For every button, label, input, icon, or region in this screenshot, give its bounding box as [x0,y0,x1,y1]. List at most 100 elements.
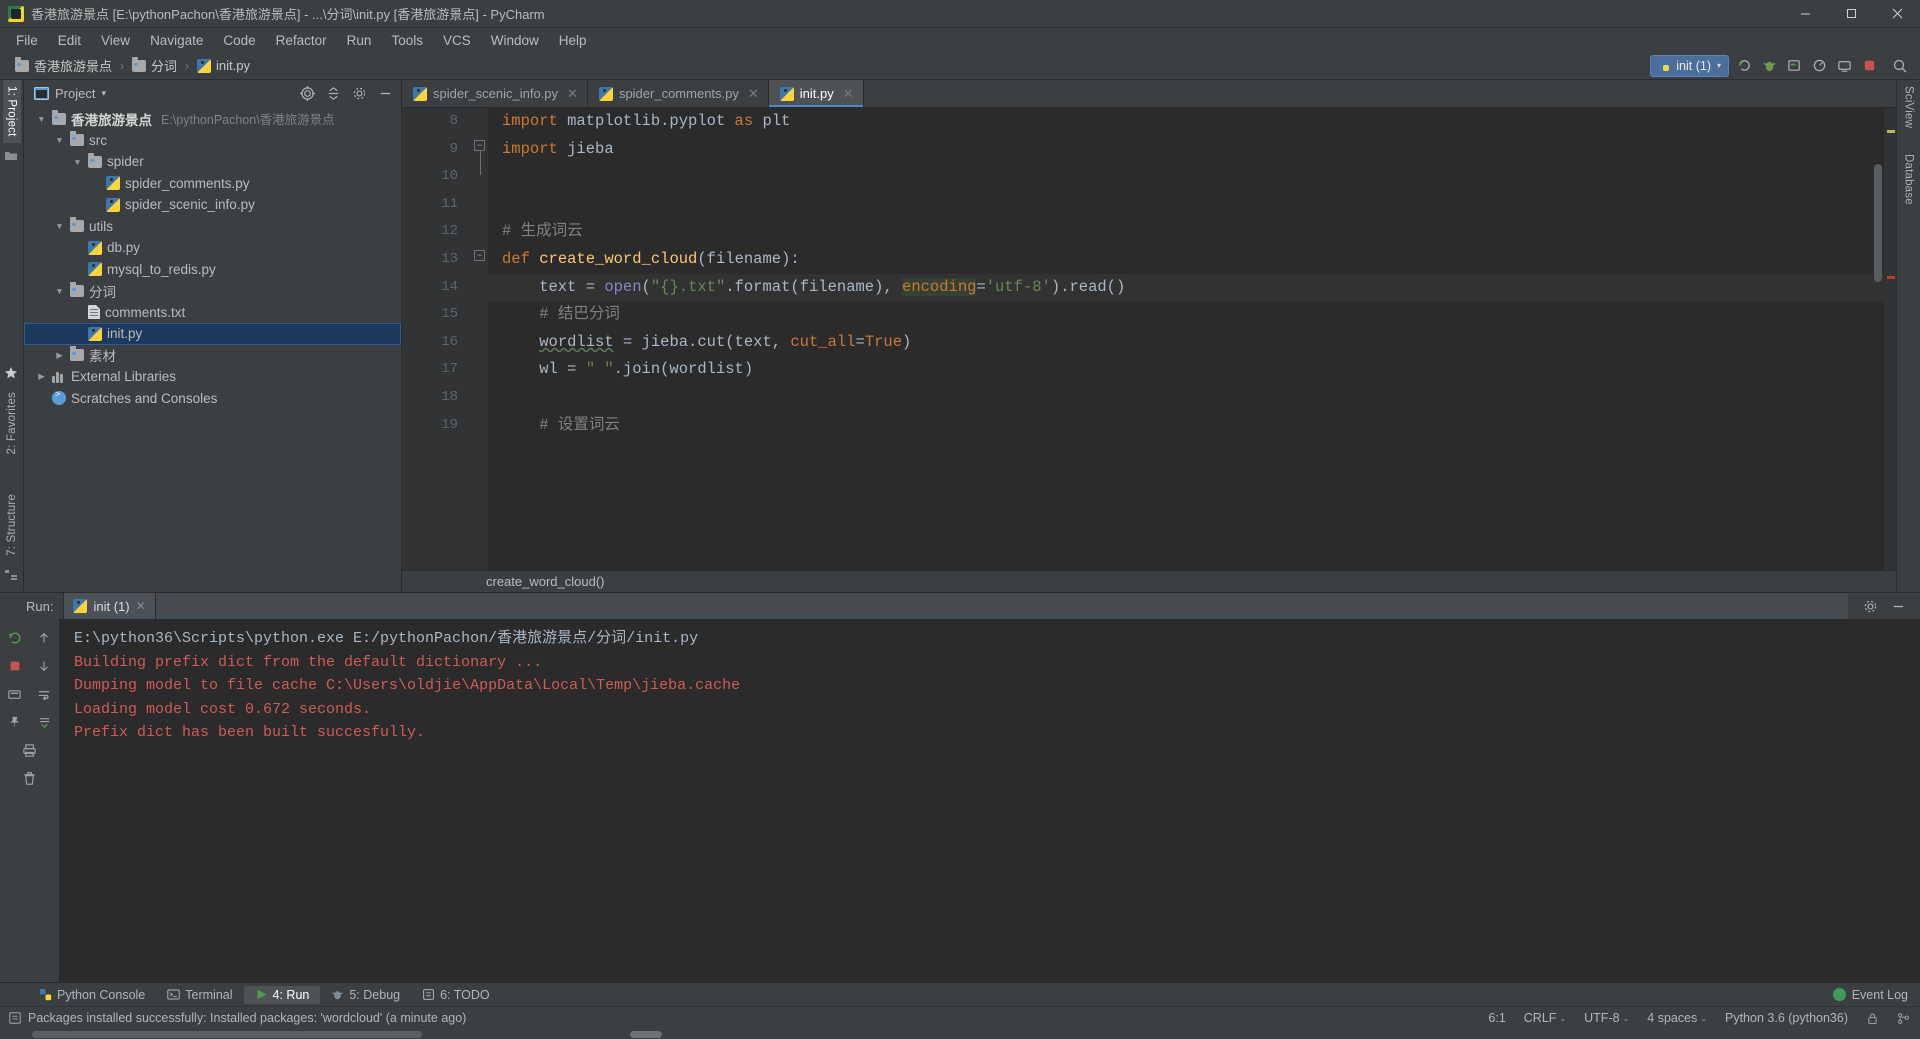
line-separator-selector[interactable]: CRLF ⌄ [1524,1011,1566,1025]
code-folding-gutter[interactable]: − − [472,108,488,570]
tree-item-scratches-consoles[interactable]: Scratches and Consoles [24,388,401,410]
tree-item-sucai[interactable]: ▶ 素材 [24,345,401,367]
close-icon[interactable]: ✕ [748,86,759,102]
breadcrumb-file[interactable]: init.py [192,57,255,74]
twisty-icon[interactable]: ▶ [54,350,65,361]
hide-panel-icon[interactable] [375,83,395,103]
status-message[interactable]: Packages installed successfully: Install… [28,1011,466,1025]
lock-icon[interactable] [1866,1012,1879,1025]
rerun-icon[interactable] [1734,56,1754,76]
tab-init-py[interactable]: init.py ✕ [769,80,864,107]
tree-item-fenci[interactable]: ▼ 分词 [24,280,401,302]
tab-spider-comments[interactable]: spider_comments.py ✕ [588,80,769,107]
locate-icon[interactable] [297,83,317,103]
twisty-icon[interactable]: ▼ [54,221,65,231]
hide-panel-icon[interactable] [1888,596,1908,616]
twisty-icon[interactable]: ▼ [36,114,47,124]
interpreter-selector[interactable]: Python 3.6 (python36) [1725,1011,1848,1025]
tree-item-spider-comments[interactable]: spider_comments.py [24,173,401,195]
menu-tools[interactable]: Tools [381,31,433,50]
pin-tab-icon[interactable] [2,709,28,735]
error-stripe-marker-bar[interactable] [1884,108,1896,570]
minimize-button[interactable] [1782,0,1828,28]
indent-selector[interactable]: 4 spaces ⌄ [1647,1011,1707,1025]
code-editor[interactable]: 8 9 10 11 12 13 14 15 16 17 18 19 − − [402,108,1896,570]
tree-item-utils[interactable]: ▼ utils [24,216,401,238]
tree-item-spider[interactable]: ▼ spider [24,151,401,173]
bottom-tab-run[interactable]: 4: Run [244,986,321,1004]
print-icon[interactable] [17,737,43,763]
run-configuration-selector[interactable]: init (1) ▾ [1650,55,1729,77]
menu-help[interactable]: Help [549,31,597,50]
run-console-output[interactable]: E:\python36\Scripts\python.exe E:/python… [60,619,1920,982]
caret-position[interactable]: 6:1 [1488,1011,1505,1025]
event-log-label[interactable]: Event Log [1852,988,1908,1002]
twisty-icon[interactable]: ▼ [54,286,65,296]
breadcrumb-folder[interactable]: 分词 [127,55,182,76]
close-icon[interactable]: ✕ [136,599,146,613]
fold-marker-import[interactable]: − [474,140,485,151]
menu-view[interactable]: View [91,31,140,50]
stop-icon[interactable] [2,653,28,679]
tree-item-spider-scenic-info[interactable]: spider_scenic_info.py [24,194,401,216]
editor-breadcrumb[interactable]: create_word_cloud() [402,570,1896,592]
twisty-icon[interactable]: ▼ [72,157,83,167]
encoding-selector[interactable]: UTF-8 ⌄ [1584,1011,1629,1025]
twisty-icon[interactable]: ▼ [54,135,65,145]
fold-marker-function[interactable]: − [474,250,485,261]
settings-gear-icon[interactable] [349,83,369,103]
rail-tab-favorites[interactable]: 2: Favorites [3,386,21,460]
tree-item-src[interactable]: ▼ src [24,130,401,152]
stop-icon[interactable] [1859,56,1879,76]
debug-icon[interactable] [1759,56,1779,76]
settings-gear-icon[interactable] [1860,596,1880,616]
scroll-to-end-icon[interactable] [31,709,57,735]
structure-icon[interactable] [4,568,20,582]
menu-window[interactable]: Window [481,31,549,50]
scrollbar-thumb-left[interactable] [32,1031,422,1038]
close-icon[interactable]: ✕ [843,86,854,102]
menu-run[interactable]: Run [337,31,382,50]
window-horizontal-scrollbar[interactable] [0,1029,1920,1039]
clear-all-icon[interactable] [17,765,43,791]
collapse-all-icon[interactable] [323,83,343,103]
tab-spider-scenic-info[interactable]: spider_scenic_info.py ✕ [402,80,588,107]
tree-item-comments-txt[interactable]: comments.txt [24,302,401,324]
bottom-tab-debug[interactable]: 5: Debug [320,986,411,1004]
scroll-up-icon[interactable] [31,625,57,651]
bottom-tab-todo[interactable]: 6: TODO [411,986,501,1004]
rail-tab-database[interactable]: Database [1900,148,1918,211]
twisty-icon[interactable]: ▶ [36,371,47,382]
search-everywhere-icon[interactable] [1890,56,1910,76]
favorites-star-icon[interactable] [4,366,20,380]
menu-navigate[interactable]: Navigate [140,31,213,50]
soft-wrap-icon[interactable] [31,681,57,707]
breadcrumb-project[interactable]: 香港旅游景点 [10,55,117,76]
print-toggle-icon[interactable] [2,681,28,707]
profile-icon[interactable] [1809,56,1829,76]
menu-code[interactable]: Code [213,31,265,50]
coverage-icon[interactable] [1784,56,1804,76]
bottom-tab-python-console[interactable]: Python Console [28,986,156,1004]
run-tab-init[interactable]: init (1) ✕ [63,593,155,619]
bottom-tab-terminal[interactable]: Terminal [156,986,243,1004]
rail-tab-structure[interactable]: 7: Structure [3,488,21,562]
close-button[interactable] [1874,0,1920,28]
rail-tab-project[interactable]: 1: Project [3,80,21,143]
project-tree[interactable]: ▼ 香港旅游景点 E:\pythonPachon\香港旅游景点 ▼ src ▼ … [24,106,401,592]
code-text-area[interactable]: import matplotlib.pyplot as plt import j… [488,108,1884,570]
tree-item-external-libraries[interactable]: ▶ External Libraries [24,366,401,388]
scrollbar-thumb-right[interactable] [630,1031,662,1038]
scroll-down-icon[interactable] [31,653,57,679]
branch-icon[interactable] [1897,1012,1910,1025]
tree-item-project-root[interactable]: ▼ 香港旅游景点 E:\pythonPachon\香港旅游景点 [24,108,401,130]
rerun-icon[interactable] [2,625,28,651]
structure-folder-icon[interactable] [4,149,20,163]
menu-vcs[interactable]: VCS [433,31,481,50]
menu-edit[interactable]: Edit [48,31,91,50]
tree-item-db[interactable]: db.py [24,237,401,259]
menu-refactor[interactable]: Refactor [266,31,337,50]
close-icon[interactable]: ✕ [567,86,578,102]
attach-icon[interactable] [1834,56,1854,76]
rail-tab-sciview[interactable]: SciView [1900,80,1918,134]
